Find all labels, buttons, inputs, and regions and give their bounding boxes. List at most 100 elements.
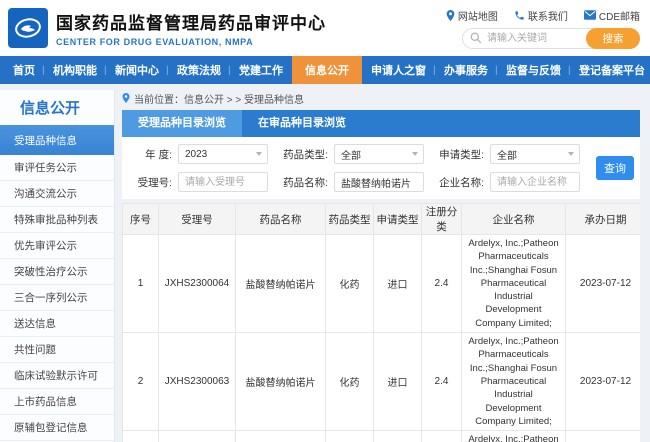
location-pin-icon (446, 10, 455, 21)
cell-accept-no: JXHS2300063 (159, 333, 236, 431)
cell-drug-type: 化药 (326, 235, 374, 333)
site-header: 国家药品监督管理局药品审评中心 CENTER FOR DRUG EVALUATI… (0, 0, 650, 56)
cell-drug-type: 化药 (326, 431, 374, 442)
site-subtitle: CENTER FOR DRUG EVALUATION, NMPA (56, 37, 446, 47)
cde-mail-link[interactable]: CDE邮箱 (584, 8, 640, 23)
accept-no-input[interactable] (178, 172, 268, 192)
sidebar-item-accepted-varieties[interactable]: 受理品种信息 (0, 125, 114, 155)
sidebar-item-breakthrough-therapy[interactable]: 突破性治疗公示 (0, 259, 114, 285)
accept-no-label: 受理号: (128, 175, 172, 190)
nav-item-news[interactable]: 新闻中心 (106, 56, 168, 84)
drug-name-input[interactable] (334, 172, 424, 192)
year-select-value: 2023 (185, 149, 207, 160)
chevron-down-icon (568, 152, 574, 156)
sidebar-item-excipient-registration[interactable]: 原辅包登记信息 (0, 415, 114, 441)
page: 国家药品监督管理局药品审评中心 CENTER FOR DRUG EVALUATI… (0, 0, 650, 442)
cell-index: 1 (123, 235, 159, 333)
cell-drug-type: 化药 (326, 333, 374, 431)
col-header-reg-class: 注册分类 (422, 204, 462, 235)
sidebar-title: 信息公开 (0, 90, 114, 125)
sitemap-link[interactable]: 网站地图 (446, 8, 498, 23)
cell-drug-name: 盐酸替纳帕诺片 (236, 235, 326, 333)
col-header-drug-type: 药品类型 (326, 204, 374, 235)
nav-item-services[interactable]: 办事服务 (435, 56, 497, 84)
col-header-drug-name: 药品名称 (236, 204, 326, 235)
results-table: 序号 受理号 药品名称 药品类型 申请类型 注册分类 企业名称 承办日期 1 (122, 203, 640, 442)
sidebar-item-communication[interactable]: 沟通交流公示 (0, 181, 114, 207)
cell-reg-class: 2.4 (422, 235, 462, 333)
cell-apply-type: 进口 (374, 235, 422, 333)
site-title: 国家药品监督管理局药品审评中心 (56, 9, 446, 34)
col-header-apply-type: 申请类型 (374, 204, 422, 235)
query-button[interactable]: 查询 (596, 156, 634, 180)
sitemap-link-label: 网站地图 (458, 8, 498, 23)
drug-type-select[interactable]: 全部 (334, 144, 424, 164)
nav-item-party[interactable]: 党建工作 (230, 56, 292, 84)
search-button[interactable]: 搜索 (586, 28, 640, 49)
company-label: 企业名称: (430, 175, 484, 190)
table-row[interactable]: 2 JXHS2300063 盐酸替纳帕诺片 化药 进口 2.4 Ardelyx,… (123, 333, 641, 431)
cell-apply-type: 进口 (374, 333, 422, 431)
sidebar-item-common-issues[interactable]: 共性问题 (0, 337, 114, 363)
company-input[interactable] (490, 172, 580, 192)
cell-reg-class: 2.4 (422, 333, 462, 431)
envelope-icon (584, 10, 596, 20)
cell-index: 3 (123, 431, 159, 442)
col-header-index: 序号 (123, 204, 159, 235)
cell-company: Ardelyx, Inc.;Patheon Pharmaceuticals In… (462, 333, 566, 431)
cde-mail-link-label: CDE邮箱 (599, 8, 640, 23)
nav-item-functions[interactable]: 机构职能 (44, 56, 106, 84)
nav-item-info-disclosure[interactable]: 信息公开 (292, 56, 362, 84)
header-right: 网站地图 联系我们 CDE邮箱 搜索 (446, 8, 640, 49)
filter-grid: 年 度: 2023 药品类型: 全部 申请类型: 全部 受理号: 药品名称: 企… (128, 144, 580, 192)
cell-company: Ardelyx, Inc.;Patheon Pharmaceuticals In… (462, 235, 566, 333)
cde-logo (8, 8, 48, 48)
apply-type-label: 申请类型: (430, 147, 484, 162)
cell-reg-class: 2.4 (422, 431, 462, 442)
drug-type-select-value: 全部 (341, 147, 361, 162)
cell-date: 2023-07-12 (566, 333, 641, 431)
sidebar-item-three-in-one[interactable]: 三合一序列公示 (0, 285, 114, 311)
nav-item-policy[interactable]: 政策法规 (168, 56, 230, 84)
apply-type-select-value: 全部 (497, 147, 517, 162)
cde-logo-emblem (13, 13, 43, 43)
year-select[interactable]: 2023 (178, 144, 268, 164)
sidebar: 信息公开 受理品种信息 审评任务公示 沟通交流公示 特殊审批品种列表 优先审评公… (0, 90, 115, 442)
table-row[interactable]: 3 JXHS2300062 盐酸替纳帕诺片 化药 进口 2.4 Ardelyx,… (123, 431, 641, 442)
drug-type-label: 药品类型: (274, 147, 328, 162)
sidebar-item-review-tasks[interactable]: 审评任务公示 (0, 155, 114, 181)
tab-accepted-catalog[interactable]: 受理品种目录浏览 (122, 110, 242, 137)
phone-icon (514, 10, 525, 21)
nav-item-applicant[interactable]: 申请人之窗 (362, 56, 435, 84)
cell-drug-name: 盐酸替纳帕诺片 (236, 333, 326, 431)
results-table-panel: 序号 受理号 药品名称 药品类型 申请类型 注册分类 企业名称 承办日期 1 (122, 203, 640, 442)
table-row[interactable]: 1 JXHS2300064 盐酸替纳帕诺片 化药 进口 2.4 Ardelyx,… (123, 235, 641, 333)
sidebar-item-priority-review[interactable]: 优先审评公示 (0, 233, 114, 259)
sidebar-item-clinical-trial-license[interactable]: 临床试验默示许可 (0, 363, 114, 389)
sidebar-item-special-approval[interactable]: 特殊审批品种列表 (0, 207, 114, 233)
tab-under-review-catalog[interactable]: 在审品种目录浏览 (242, 110, 362, 137)
filter-panel: 年 度: 2023 药品类型: 全部 申请类型: 全部 受理号: 药品名称: 企… (122, 137, 640, 199)
nav-item-registration-platform[interactable]: 登记备案平台 (570, 56, 650, 84)
location-pin-icon (122, 93, 130, 103)
apply-type-select[interactable]: 全部 (490, 144, 580, 164)
nav-item-home[interactable]: 首页 (4, 56, 44, 84)
cell-company: Ardelyx, Inc.;Patheon Pharmaceuticals In… (462, 431, 566, 442)
col-header-company: 企业名称 (462, 204, 566, 235)
site-titles: 国家药品监督管理局药品审评中心 CENTER FOR DRUG EVALUATI… (56, 9, 446, 47)
col-header-date: 承办日期 (566, 204, 641, 235)
cell-drug-name: 盐酸替纳帕诺片 (236, 431, 326, 442)
contact-us-link-label: 联系我们 (528, 8, 568, 23)
sidebar-item-marketed-drugs[interactable]: 上市药品信息 (0, 389, 114, 415)
top-links: 网站地图 联系我们 CDE邮箱 (446, 8, 640, 23)
cell-date: 2023-07-12 (566, 235, 641, 333)
contact-us-link[interactable]: 联系我们 (514, 8, 568, 23)
cell-index: 2 (123, 333, 159, 431)
cell-date: 2023-07-12 (566, 431, 641, 442)
cell-accept-no: JXHS2300064 (159, 235, 236, 333)
col-header-accept-no: 受理号 (159, 204, 236, 235)
sidebar-item-delivery-info[interactable]: 送达信息 (0, 311, 114, 337)
nav-item-supervision[interactable]: 监督与反馈 (497, 56, 570, 84)
drug-name-label: 药品名称: (274, 175, 328, 190)
page-body: 信息公开 受理品种信息 审评任务公示 沟通交流公示 特殊审批品种列表 优先审评公… (0, 84, 650, 442)
